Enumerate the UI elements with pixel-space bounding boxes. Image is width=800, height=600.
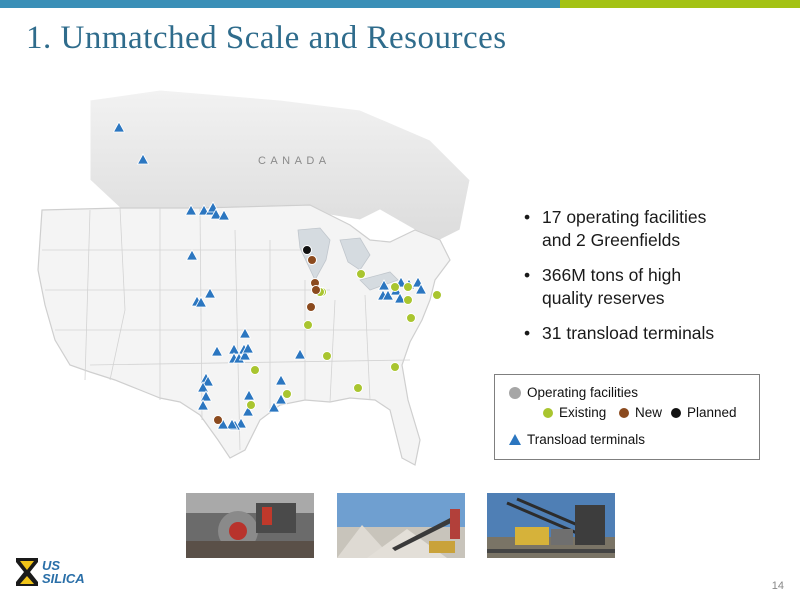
bullet-line: and 2 Greenfields bbox=[542, 230, 681, 250]
existing-facility-marker bbox=[406, 313, 416, 323]
new-dot-icon bbox=[619, 407, 629, 418]
existing-facility-marker bbox=[250, 365, 260, 375]
bullet-item: • 17 operating facilities and 2 Greenfield… bbox=[522, 206, 792, 252]
legend-planned: Planned bbox=[671, 405, 737, 420]
rail-loading-photo bbox=[487, 493, 615, 558]
existing-facility-marker bbox=[322, 351, 332, 361]
hourglass-logo-icon bbox=[16, 558, 38, 586]
operating-dot-icon bbox=[509, 386, 521, 399]
bullet-dot: • bbox=[524, 207, 531, 227]
canada-label: C A N A D A bbox=[258, 155, 327, 167]
legend-existing: Existing bbox=[543, 405, 606, 420]
top-accent-bar-blue bbox=[0, 0, 560, 8]
existing-facility-marker bbox=[246, 400, 256, 410]
us-silica-logo: US SILICA bbox=[14, 556, 94, 590]
legend-planned-label: Planned bbox=[687, 405, 737, 420]
bullet-item: • 366M tons of high quality reserves bbox=[522, 264, 792, 310]
bullet-dot: • bbox=[524, 265, 531, 285]
legend-transload-label: Transload terminals bbox=[527, 432, 646, 447]
top-accent-bar-green bbox=[560, 0, 800, 8]
planned-dot-icon bbox=[671, 407, 681, 418]
equipment-photo bbox=[186, 493, 314, 558]
legend-new: New bbox=[619, 405, 662, 420]
new-facility-marker bbox=[306, 302, 316, 312]
transload-triangle-icon bbox=[509, 434, 521, 445]
existing-facility-marker bbox=[356, 269, 366, 279]
bullet-line: 17 operating facilities bbox=[542, 207, 707, 227]
map-legend: Operating facilities Existing New Planne… bbox=[494, 374, 760, 460]
existing-facility-marker bbox=[353, 383, 363, 393]
sand-pile-photo bbox=[337, 493, 465, 558]
legend-operating-label: Operating facilities bbox=[527, 385, 639, 400]
planned-facility-marker bbox=[302, 245, 312, 255]
new-facility-marker bbox=[311, 285, 321, 295]
legend-new-label: New bbox=[635, 405, 663, 420]
existing-facility-marker bbox=[403, 282, 413, 292]
existing-dot-icon bbox=[543, 407, 553, 418]
legend-operating: Operating facilities bbox=[509, 385, 638, 400]
legend-transload: Transload terminals bbox=[509, 432, 645, 447]
existing-facility-marker bbox=[282, 389, 292, 399]
key-facts-list: • 17 operating facilities and 2 Greenfield… bbox=[522, 206, 792, 357]
bullet-line: 31 transload terminals bbox=[542, 323, 715, 343]
new-facility-marker bbox=[213, 415, 223, 425]
new-facility-marker bbox=[307, 255, 317, 265]
bullet-line: quality reserves bbox=[542, 288, 665, 308]
existing-facility-marker bbox=[390, 282, 400, 292]
slide-title: 1. Unmatched Scale and Resources bbox=[26, 20, 507, 56]
existing-facility-marker bbox=[303, 320, 313, 330]
logo-text-line2: SILICA bbox=[42, 571, 85, 586]
existing-facility-marker bbox=[390, 362, 400, 372]
bullet-item: • 31 transload terminals bbox=[522, 322, 792, 345]
bullet-dot: • bbox=[524, 323, 531, 343]
existing-facility-marker bbox=[432, 290, 442, 300]
page-number: 14 bbox=[771, 580, 784, 592]
legend-existing-label: Existing bbox=[559, 405, 607, 420]
bullet-line: 366M tons of high bbox=[542, 265, 682, 285]
north-america-map: C A N A D A bbox=[37, 89, 470, 466]
existing-facility-marker bbox=[403, 295, 413, 305]
